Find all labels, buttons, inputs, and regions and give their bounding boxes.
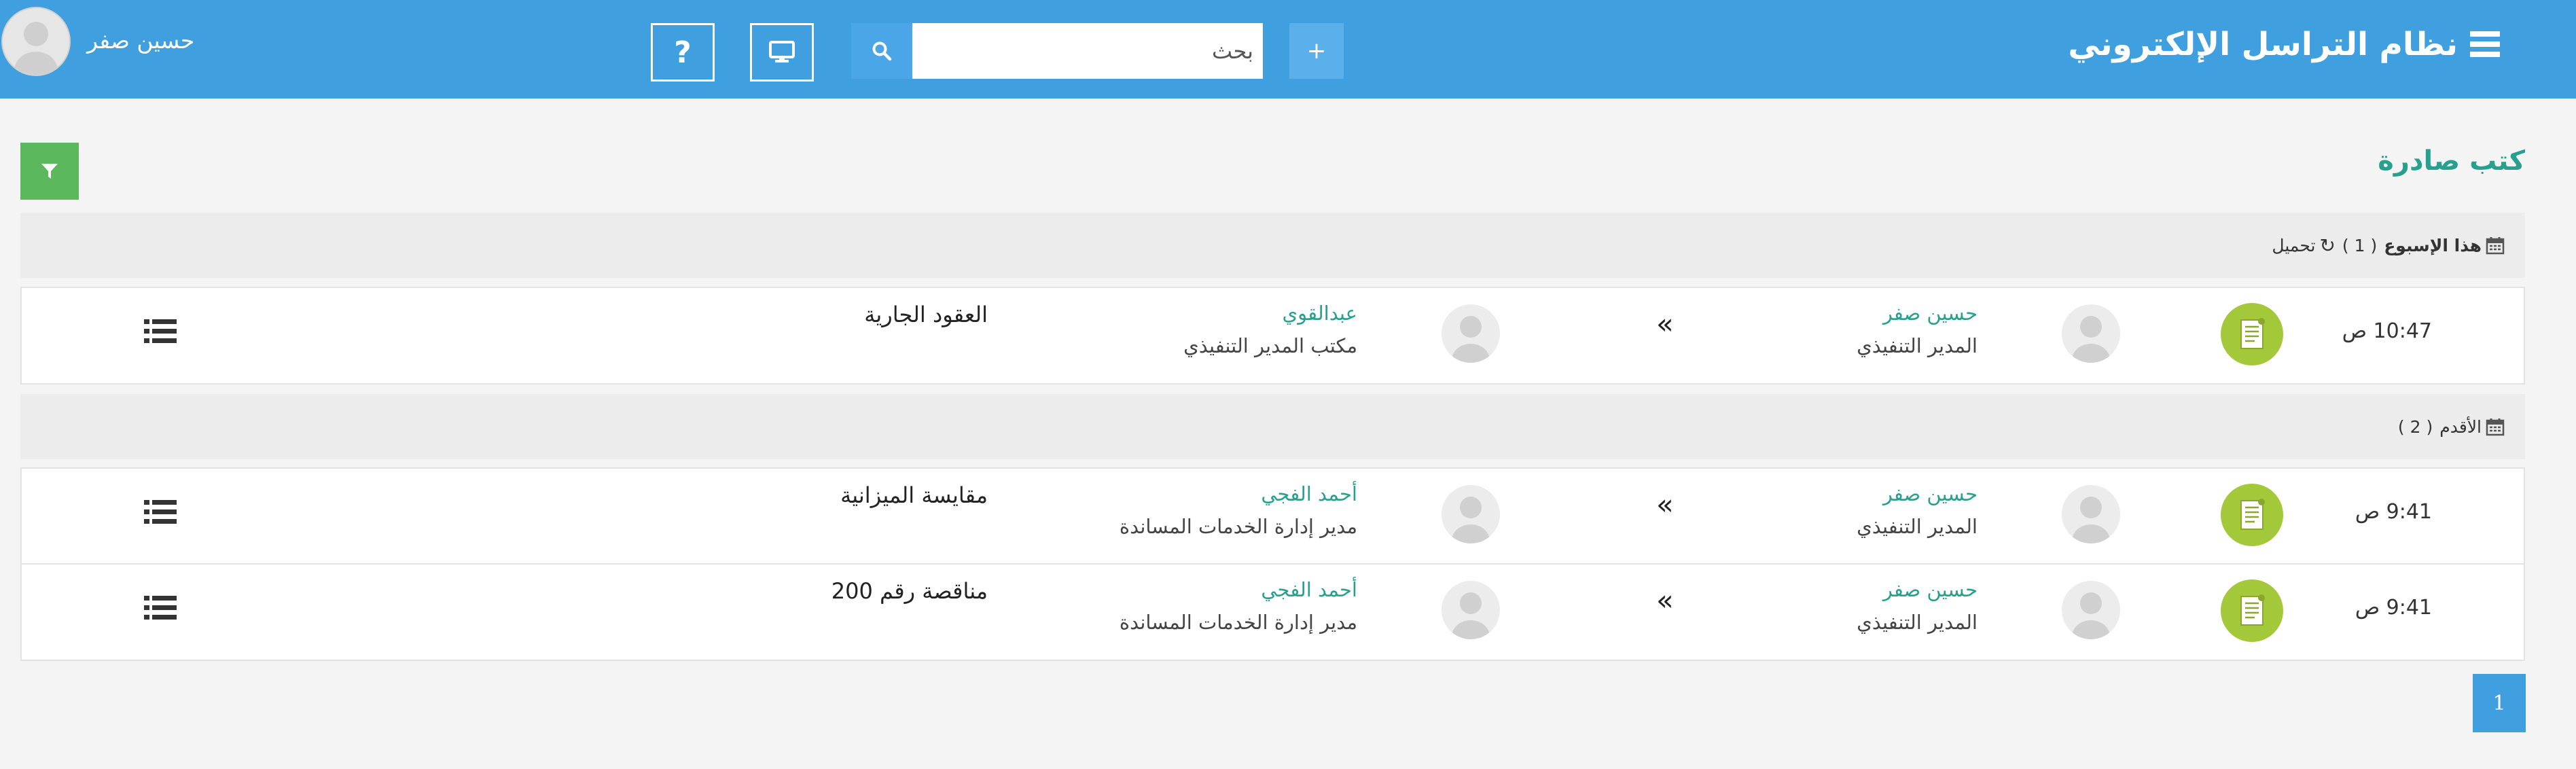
group-count: ( 2 )	[2397, 416, 2433, 437]
list-icon[interactable]	[144, 594, 177, 622]
group-header-older: الأقدم ( 2 )	[20, 394, 2525, 459]
sender-name[interactable]: حسين صفر	[1883, 302, 1978, 325]
avatar	[2062, 581, 2120, 639]
refresh-icon[interactable]: ↻	[2319, 234, 2335, 257]
document-icon	[2221, 303, 2283, 365]
screen-button[interactable]	[750, 23, 814, 82]
message-subject[interactable]: مقايسة الميزانية	[840, 482, 988, 508]
sender-title: المدير التنفيذي	[1857, 334, 1978, 357]
group-count: ( 1 )	[2342, 235, 2378, 255]
recipient-name[interactable]: عبدالقوي	[1282, 302, 1357, 325]
table-row[interactable]: 9:41 ص حسين صفر المدير التنفيذي « أحمد ا…	[20, 563, 2525, 661]
recipient-title: مكتب المدير التنفيذي	[1183, 334, 1357, 357]
recipient-title: مدير إدارة الخدمات المساندة	[1119, 611, 1357, 634]
app-title: نظام التراسل الإلكتروني	[2068, 25, 2458, 63]
avatar	[2062, 304, 2120, 363]
sender-name[interactable]: حسين صفر	[1883, 578, 1978, 601]
calendar-icon	[2486, 237, 2505, 255]
app-brand[interactable]: نظام التراسل الإلكتروني	[2068, 20, 2500, 68]
message-time: 10:47 ص	[2342, 319, 2432, 343]
top-navbar: نظام التراسل الإلكتروني + ? حسين صفر	[0, 0, 2576, 99]
load-link[interactable]: تحميل	[2272, 236, 2315, 255]
group-header-this-week: هذا الإسبوع ( 1 ) ↻ تحميل	[20, 213, 2525, 278]
message-time: 9:41 ص	[2355, 500, 2432, 524]
sender-title: المدير التنفيذي	[1857, 611, 1978, 634]
document-icon	[2221, 484, 2283, 546]
pagination-page[interactable]: 1	[2473, 674, 2526, 732]
recipient-name[interactable]: أحمد الفجي	[1261, 482, 1357, 505]
group-label: الأقدم	[2439, 416, 2482, 437]
group-label: هذا الإسبوع	[2384, 235, 2482, 255]
double-chevron-left-icon: «	[1656, 488, 1674, 521]
message-time: 9:41 ص	[2355, 596, 2432, 620]
message-subject[interactable]: العقود الجارية	[864, 302, 988, 327]
search-button[interactable]	[851, 23, 912, 79]
search-icon	[872, 41, 892, 61]
avatar	[1442, 581, 1500, 639]
document-icon	[2221, 579, 2283, 642]
double-chevron-left-icon: «	[1656, 307, 1674, 340]
double-chevron-left-icon: «	[1656, 584, 1674, 617]
sender-name[interactable]: حسين صفر	[1883, 482, 1978, 505]
filter-button[interactable]	[20, 143, 79, 200]
recipient-name[interactable]: أحمد الفجي	[1261, 578, 1357, 601]
list-icon[interactable]	[144, 318, 177, 345]
avatar	[2062, 485, 2120, 543]
sender-title: المدير التنفيذي	[1857, 515, 1978, 538]
add-button[interactable]: +	[1289, 23, 1344, 79]
search-input[interactable]	[912, 23, 1263, 79]
calendar-icon	[2486, 418, 2505, 436]
monitor-icon	[769, 41, 795, 62]
page-title: كتب صادرة	[2378, 145, 2525, 177]
help-button[interactable]: ?	[651, 23, 715, 82]
question-icon: ?	[674, 35, 692, 70]
hamburger-icon[interactable]	[2470, 31, 2500, 57]
list-icon[interactable]	[144, 499, 177, 526]
avatar[interactable]	[3, 8, 69, 75]
recipient-title: مدير إدارة الخدمات المساندة	[1119, 515, 1357, 538]
user-name[interactable]: حسين صفر	[87, 27, 194, 54]
message-subject[interactable]: مناقصة رقم 200	[831, 578, 988, 604]
filter-icon	[41, 164, 58, 179]
avatar	[1442, 485, 1500, 543]
table-row[interactable]: 10:47 ص حسين صفر المدير التنفيذي « عبدال…	[20, 287, 2525, 385]
table-row[interactable]: 9:41 ص حسين صفر المدير التنفيذي « أحمد ا…	[20, 467, 2525, 565]
avatar	[1442, 304, 1500, 363]
